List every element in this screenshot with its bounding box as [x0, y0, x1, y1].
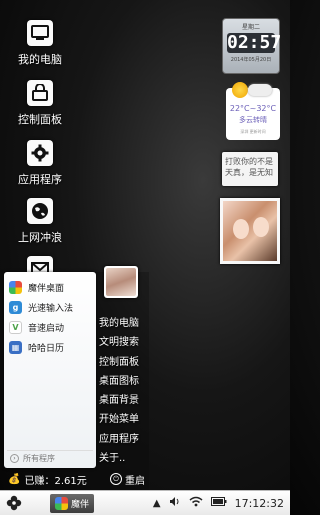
- money-bag-icon: 💰: [8, 473, 21, 485]
- input-method-icon: g: [9, 300, 22, 314]
- flower-icon: [6, 495, 22, 511]
- menu-item-input-method[interactable]: g 光速输入法: [4, 298, 96, 316]
- start-menu-app-list: 魔伴桌面 g 光速输入法 V 音速启动 ▦ 哈哈日历 › 所有程序: [4, 272, 96, 468]
- system-tray: ▲ 17:12:32: [149, 496, 290, 510]
- tray-expand-icon[interactable]: ▲: [153, 498, 161, 509]
- desktop-icon-label: 上网冲浪: [18, 231, 62, 244]
- menu-link-desktop-background[interactable]: 桌面背景: [99, 391, 149, 410]
- monitor-icon: [27, 20, 53, 46]
- start-menu-links: 我的电脑 文明搜索 控制面板 桌面图标 桌面背景 开始菜单 应用程序 关于..: [99, 314, 149, 468]
- note-widget[interactable]: 打败你的不是天真，是无知: [222, 152, 278, 186]
- clock-time: 02:57: [227, 32, 282, 53]
- menu-item-mobo-desktop[interactable]: 魔伴桌面: [4, 278, 96, 296]
- menu-link-control-panel[interactable]: 控制面板: [99, 353, 149, 372]
- weather-temperature: 22°C~32°C: [229, 104, 277, 113]
- arrow-right-icon: ›: [10, 453, 19, 463]
- earnings-label: 已赚：2.61元: [24, 475, 87, 487]
- all-programs-label: 所有程序: [23, 453, 55, 463]
- desktop-icon-applications[interactable]: 应用程序: [10, 140, 70, 187]
- earnings[interactable]: 💰 已赚：2.61元: [8, 472, 87, 487]
- desktop-icon-browser[interactable]: 上网冲浪: [10, 198, 70, 245]
- lock-panel-icon: [27, 80, 53, 106]
- globe-icon: [27, 198, 53, 224]
- menu-item-label: 魔伴桌面: [28, 283, 65, 294]
- clock-date: 2014年05月20日: [230, 57, 272, 63]
- volume-icon[interactable]: [169, 496, 181, 510]
- wifi-icon[interactable]: [189, 496, 203, 510]
- menu-link-my-computer[interactable]: 我的电脑: [99, 314, 149, 333]
- start-button[interactable]: [0, 491, 28, 515]
- menu-item-quick-launch[interactable]: V 音速启动: [4, 318, 96, 336]
- desktop-icon-control-panel[interactable]: 控制面板: [10, 80, 70, 127]
- menu-link-start-menu[interactable]: 开始菜单: [99, 410, 149, 429]
- weather-condition: 多云转晴: [239, 116, 267, 124]
- taskbar-clock[interactable]: 17:12:32: [235, 497, 284, 510]
- restart-button[interactable]: ⏻ 重启: [110, 472, 145, 487]
- taskbar-app-label: 魔伴: [71, 499, 90, 510]
- desktop-icon-label: 控制面板: [18, 113, 62, 126]
- desktop-icon-label: 应用程序: [18, 173, 62, 186]
- start-menu: 魔伴桌面 g 光速输入法 V 音速启动 ▦ 哈哈日历 › 所有程序 我的电脑 文…: [4, 266, 149, 490]
- sun-icon: [232, 82, 248, 98]
- menu-item-label: 光速输入法: [28, 303, 74, 314]
- photo-image: [223, 201, 277, 261]
- battery-icon[interactable]: [210, 497, 227, 509]
- power-icon: ⏻: [110, 473, 122, 485]
- calendar-icon: ▦: [9, 340, 22, 354]
- weather-update: 更新时间: [249, 129, 266, 134]
- mobo-app-icon: [55, 496, 68, 510]
- menu-link-applications[interactable]: 应用程序: [99, 430, 149, 449]
- menu-link-desktop-icons[interactable]: 桌面图标: [99, 372, 149, 391]
- cloud-icon: [248, 84, 272, 96]
- menu-item-label: 音速启动: [28, 323, 65, 334]
- weather-widget[interactable]: 22°C~32°C 多云转晴 深圳 更新时间: [226, 82, 280, 140]
- menu-item-label: 哈哈日历: [28, 343, 65, 354]
- menu-link-search[interactable]: 文明搜索: [99, 333, 149, 352]
- taskbar-app-mobo[interactable]: 魔伴: [50, 493, 95, 513]
- gear-icon: [27, 140, 53, 166]
- mobo-desktop-icon: [9, 280, 22, 294]
- start-menu-footer: 💰 已赚：2.61元 ⏻ 重启: [4, 468, 149, 490]
- restart-label: 重启: [125, 475, 145, 487]
- clock-day: 星期二: [241, 24, 260, 31]
- all-programs-button[interactable]: › 所有程序: [7, 450, 93, 465]
- avatar[interactable]: [104, 266, 138, 298]
- menu-link-about[interactable]: 关于..: [99, 449, 149, 468]
- weather-meta: 深圳 更新时间: [226, 129, 280, 135]
- desktop-icon-my-computer[interactable]: 我的电脑: [10, 20, 70, 67]
- clock-widget[interactable]: 星期二 02:57 2014年05月20日: [222, 18, 282, 74]
- photo-widget[interactable]: [220, 198, 280, 264]
- taskbar: 魔伴 ▲ 17:12:32: [0, 490, 290, 515]
- menu-item-calendar[interactable]: ▦ 哈哈日历: [4, 338, 96, 356]
- weather-city: 深圳: [240, 129, 249, 134]
- quick-launch-icon: V: [9, 320, 22, 334]
- desktop-icon-label: 我的电脑: [18, 53, 62, 66]
